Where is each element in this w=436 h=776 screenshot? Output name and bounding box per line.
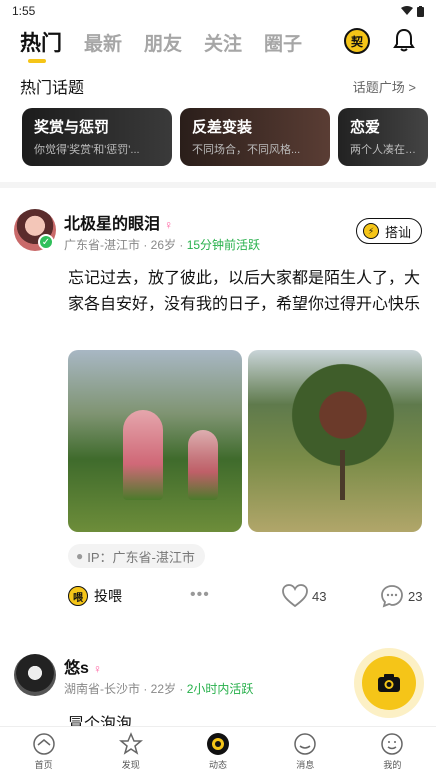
nav-label: 我的: [383, 760, 402, 770]
top-tab-bar: 热门 最新 朋友 关注 圈子 契: [0, 22, 436, 63]
post-username[interactable]: 北极星的眼泪 ♀: [64, 210, 173, 234]
contract-button[interactable]: 契: [344, 28, 370, 54]
topic-card[interactable]: 奖赏与惩罚 你觉得'奖赏'和'惩罚'...: [22, 108, 172, 166]
active-time: 2小时内活跃: [186, 682, 254, 696]
nav-label: 发现: [121, 760, 140, 770]
post-meta: 湖南省-长沙市 · 22岁 · 2小时内活跃: [64, 682, 254, 696]
nav-profile[interactable]: 我的: [349, 727, 436, 776]
status-bar: 1:55: [0, 0, 436, 22]
post-username[interactable]: 悠s ♀: [64, 654, 102, 678]
nav-label: 动态: [209, 760, 228, 770]
topic-square-link[interactable]: 话题广场 >: [353, 77, 416, 96]
camera-post-button[interactable]: [362, 656, 416, 710]
battery-icon: [417, 5, 424, 17]
status-icons: [401, 5, 424, 17]
nav-label: 首页: [34, 760, 53, 770]
username-text: 北极星的眼泪: [64, 216, 161, 233]
verified-check-icon: ✓: [38, 234, 54, 250]
moments-icon: [207, 733, 229, 755]
post-photo[interactable]: [248, 350, 422, 532]
nav-home[interactable]: 首页: [0, 727, 87, 776]
more-dots-icon[interactable]: •••: [190, 586, 210, 604]
post-text: 忘记过去，放了彼此，以后大家都是陌生人了，大家各自安好，没有我的日子，希望你过得…: [68, 270, 421, 313]
location: 湖南省-长沙市: [64, 682, 140, 696]
greet-button[interactable]: ⚡ 搭讪: [355, 218, 422, 244]
topic-desc: 不同场合，不同风格...: [192, 144, 301, 156]
profile-icon: [381, 733, 404, 755]
feed-coin-icon: 喂: [68, 586, 88, 606]
nav-moments[interactable]: 动态: [174, 727, 261, 776]
topic-desc: 你觉得'奖赏'和'惩罚'...: [34, 144, 140, 156]
like-count: 43: [312, 588, 327, 604]
hot-topics-title: 热门话题: [20, 80, 85, 97]
comment-button[interactable]: 23: [380, 584, 422, 608]
status-time: 1:55: [12, 4, 36, 18]
comment-icon: [381, 585, 403, 608]
wifi-icon: [401, 6, 413, 15]
ip-text: IP：广东省-湛江市: [87, 549, 195, 565]
topic-card[interactable]: 反差变装 不同场合，不同风格...: [180, 108, 330, 166]
lightning-icon: ⚡: [362, 223, 379, 239]
notification-bell-icon[interactable]: [390, 26, 418, 54]
feed-button[interactable]: 喂 投喂: [68, 586, 122, 606]
topic-card[interactable]: 恋爱 两个人凑在一起...: [338, 108, 428, 166]
female-gender-icon: ♀: [164, 218, 174, 232]
nav-discover[interactable]: 发现: [87, 727, 174, 776]
tab-hot[interactable]: 热门: [20, 27, 62, 63]
feed-label: 投喂: [94, 588, 122, 604]
location: 广东省-湛江市: [64, 238, 140, 252]
greet-label: 搭讪: [384, 224, 411, 240]
post-photos: [68, 350, 422, 532]
post-photo[interactable]: [68, 350, 242, 532]
topic-desc: 两个人凑在一起...: [350, 144, 416, 156]
bottom-nav: 首页 发现 动态 消息 我的: [0, 726, 436, 776]
tab-following[interactable]: 关注: [204, 29, 242, 56]
age: 26岁: [150, 238, 177, 252]
heart-icon: [282, 584, 308, 608]
post-actions: 喂 投喂 ••• 43 23: [68, 584, 424, 610]
active-time: 15分钟前活跃: [186, 238, 261, 252]
location-pin-icon: ●: [76, 549, 84, 563]
ip-location-tag: ● IP：广东省-湛江市: [68, 544, 205, 568]
nav-label: 消息: [296, 760, 315, 770]
camera-icon: [378, 674, 400, 692]
message-icon: [294, 733, 316, 755]
topic-name: 恋爱: [350, 119, 381, 136]
topic-name: 奖赏与惩罚: [34, 119, 110, 136]
age: 22岁: [150, 682, 177, 696]
discover-icon: [118, 732, 143, 755]
username-text: 悠s: [64, 660, 89, 677]
tab-latest[interactable]: 最新: [84, 29, 122, 56]
home-icon: [32, 733, 55, 755]
tab-friends[interactable]: 朋友: [144, 29, 182, 56]
section-divider: [0, 182, 436, 188]
hot-topics-header: 热门话题 话题广场 >: [20, 74, 416, 98]
hot-topics-list: 奖赏与惩罚 你觉得'奖赏'和'惩罚'... 反差变装 不同场合，不同风格... …: [22, 108, 436, 166]
like-button[interactable]: 43: [282, 584, 326, 608]
comment-count: 23: [408, 588, 423, 604]
nav-messages[interactable]: 消息: [262, 727, 349, 776]
post-meta: 广东省-湛江市 · 26岁 · 15分钟前活跃: [64, 238, 261, 252]
topic-name: 反差变装: [192, 119, 253, 136]
tab-circles[interactable]: 圈子: [264, 29, 302, 56]
avatar[interactable]: [14, 654, 56, 696]
female-gender-icon: ♀: [92, 662, 102, 676]
